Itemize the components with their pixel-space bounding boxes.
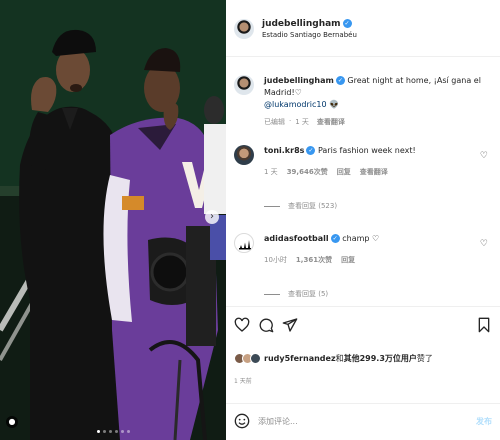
comment-input[interactable]: 添加评论... xyxy=(258,416,298,427)
reply-button[interactable]: 回复 xyxy=(337,167,351,177)
verified-badge-icon: ✓ xyxy=(342,19,352,28)
comment-icon[interactable] xyxy=(258,317,274,333)
share-icon[interactable] xyxy=(282,317,298,333)
post-caption: judebellingham ✓ Great night at home, ¡As… xyxy=(234,75,496,127)
comment-item: toni.kr8s ✓ Paris fashion week next! 1 天 … xyxy=(234,145,496,177)
adidas-logo-icon xyxy=(239,240,251,250)
likes-summary: rudy5fernandez和其他299.3万位用户赞了 xyxy=(234,353,433,364)
likes-others-link[interactable]: 其他299.3万位用户 xyxy=(344,354,417,363)
post-timestamp[interactable]: 1 天前 xyxy=(234,376,252,385)
post-actions xyxy=(234,317,492,337)
emoji-icon[interactable] xyxy=(234,413,250,429)
reply-button[interactable]: 回复 xyxy=(341,255,355,265)
view-replies-toggle[interactable]: 查看回复 (5) xyxy=(264,289,328,299)
commenter-username[interactable]: toni.kr8s xyxy=(264,146,304,155)
verified-badge-icon: ✓ xyxy=(330,234,340,243)
edited-label: 已编辑 xyxy=(264,118,285,126)
carousel-dot xyxy=(126,430,130,433)
heart-icon[interactable] xyxy=(234,317,250,333)
carousel-dot xyxy=(108,430,112,433)
alien-emoji: 👽 xyxy=(329,100,340,109)
author-avatar[interactable] xyxy=(234,19,254,39)
comment-time[interactable]: 1 天 xyxy=(264,167,278,177)
liker-username[interactable]: rudy5fernandez xyxy=(264,354,336,363)
replies-line xyxy=(264,293,280,295)
author-username[interactable]: judebellingham xyxy=(262,19,341,29)
likes-connector: 和 xyxy=(335,354,344,363)
comment-item: adidasfootball ✓ champ ♡ 10小时 1,361次赞 回复 … xyxy=(234,233,496,265)
post-location[interactable]: Estadio Santiago Bernabéu xyxy=(262,31,357,39)
bookmark-icon[interactable] xyxy=(476,317,492,333)
view-replies-label[interactable]: 查看回复 (5) xyxy=(288,289,328,299)
caption-username[interactable]: judebellingham xyxy=(264,76,334,85)
comment-like-heart-icon[interactable]: ♡ xyxy=(480,239,488,249)
post-comment-button[interactable]: 发布 xyxy=(476,416,492,427)
likes-suffix: 赞了 xyxy=(416,354,433,363)
comment-text: Paris fashion week next! xyxy=(317,146,416,155)
header-divider xyxy=(226,56,500,57)
commenter-username[interactable]: adidasfootball xyxy=(264,234,329,243)
meta-separator: · xyxy=(289,117,292,125)
comment-likes-count[interactable]: 39,646次赞 xyxy=(287,167,328,177)
view-replies-toggle[interactable]: 查看回复 (523) xyxy=(264,201,337,211)
caption-time[interactable]: 1 天 xyxy=(295,117,309,127)
carousel-dot xyxy=(102,430,106,433)
comment-time[interactable]: 10小时 xyxy=(264,255,287,265)
view-replies-label[interactable]: 查看回复 (523) xyxy=(288,201,337,211)
actions-divider xyxy=(226,306,500,307)
replies-line xyxy=(264,205,280,207)
caption-mention[interactable]: @lukamodric10 xyxy=(264,100,327,109)
carousel-indicator xyxy=(0,430,226,433)
verified-badge-icon: ✓ xyxy=(306,146,316,155)
verified-badge-icon: ✓ xyxy=(335,76,345,85)
commenter-avatar[interactable] xyxy=(234,233,254,253)
post-sidebar: judebellingham ✓ Estadio Santiago Bernabé… xyxy=(226,0,500,440)
commenter-avatar[interactable] xyxy=(234,145,254,165)
next-photo-button[interactable]: › xyxy=(205,210,219,224)
carousel-dot xyxy=(96,430,100,433)
comment-likes-count[interactable]: 1,361次赞 xyxy=(296,255,332,265)
caption-author-avatar[interactable] xyxy=(234,75,254,95)
add-comment-bar: 添加评论... 发布 xyxy=(226,403,500,440)
see-translation-link[interactable]: 查看翻译 xyxy=(360,167,388,177)
carousel-dot xyxy=(120,430,124,433)
post-header: judebellingham ✓ Estadio Santiago Bernabé… xyxy=(234,12,357,46)
see-translation-link[interactable]: 查看翻译 xyxy=(317,117,345,127)
carousel-dot xyxy=(114,430,118,433)
comment-text: champ ♡ xyxy=(342,234,380,243)
photo-illustration xyxy=(0,0,226,440)
post-photo[interactable]: ● › xyxy=(0,0,226,440)
tagged-users-icon[interactable]: ● xyxy=(6,416,18,428)
liker-avatar[interactable] xyxy=(250,353,261,364)
comment-like-heart-icon[interactable]: ♡ xyxy=(480,151,488,161)
